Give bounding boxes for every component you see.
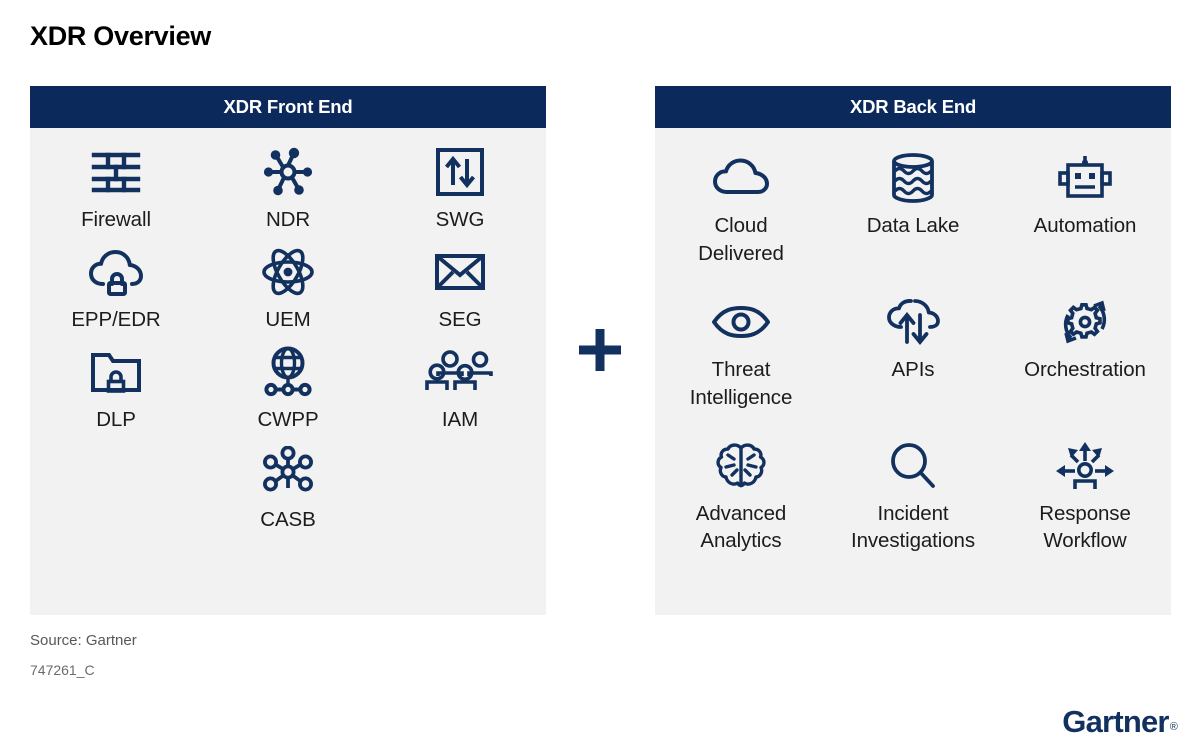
panel-header-front-end: XDR Front End bbox=[30, 86, 546, 128]
item-apis[interactable]: APIs bbox=[827, 294, 999, 412]
people-group-icon bbox=[425, 344, 495, 400]
item-epp-edr[interactable]: EPP/EDR bbox=[30, 244, 202, 334]
atom-icon bbox=[261, 244, 315, 300]
item-label: Firewall bbox=[81, 208, 151, 231]
item-label: Data Lake bbox=[866, 214, 960, 237]
item-cwpp[interactable]: CWPP bbox=[202, 344, 374, 434]
folder-lock-icon bbox=[89, 344, 143, 400]
cloud-transfer-icon bbox=[885, 294, 941, 350]
item-firewall[interactable]: Firewall bbox=[30, 144, 202, 234]
panel-xdr-back-end: XDR Back End Cloud Delivered Data Lake A… bbox=[655, 86, 1171, 615]
item-label: CASB bbox=[260, 507, 316, 531]
item-label: Threat Intelligence bbox=[689, 357, 793, 409]
firewall-icon bbox=[90, 144, 142, 200]
item-casb[interactable]: CASB bbox=[202, 444, 374, 534]
gear-cycle-icon bbox=[1058, 294, 1112, 350]
item-seg[interactable]: SEG bbox=[374, 244, 546, 334]
item-data-lake[interactable]: Data Lake bbox=[827, 150, 999, 268]
item-cloud-delivered[interactable]: Cloud Delivered bbox=[655, 150, 827, 268]
cloud-lock-icon bbox=[87, 244, 145, 300]
item-orchestration[interactable]: Orchestration bbox=[999, 294, 1171, 412]
item-label: Automation bbox=[1033, 214, 1137, 237]
gartner-logo-text: Gartner bbox=[1062, 704, 1169, 739]
data-lake-icon bbox=[890, 150, 936, 206]
item-label: DLP bbox=[96, 407, 136, 431]
item-iam[interactable]: IAM bbox=[374, 344, 546, 434]
item-label: APIs bbox=[891, 357, 935, 381]
item-label: Response Workflow bbox=[1039, 501, 1131, 553]
plus-icon bbox=[576, 326, 624, 374]
gateway-arrows-icon bbox=[435, 144, 485, 200]
item-dlp[interactable]: DLP bbox=[30, 344, 202, 434]
page-title: XDR Overview bbox=[30, 21, 211, 51]
globe-network-icon bbox=[261, 344, 315, 400]
item-label: Cloud Delivered bbox=[698, 214, 784, 265]
hub-nodes-icon bbox=[261, 444, 315, 500]
panel-body-back-end: Cloud Delivered Data Lake Automation Thr… bbox=[655, 128, 1171, 615]
network-hub-icon bbox=[262, 144, 314, 200]
registered-mark: ® bbox=[1169, 721, 1178, 733]
item-advanced-analytics[interactable]: Advanced Analytics bbox=[655, 438, 827, 556]
eye-icon bbox=[711, 294, 771, 350]
item-incident-investigations[interactable]: Incident Investigations bbox=[827, 438, 999, 556]
item-label: EPP/EDR bbox=[71, 307, 161, 331]
front-end-item-grid: Firewall NDR SWG EPP/EDR UEM SEG DLP CWP… bbox=[30, 144, 546, 534]
magnifier-icon bbox=[888, 438, 938, 494]
item-uem[interactable]: UEM bbox=[202, 244, 374, 334]
item-label: Advanced Analytics bbox=[695, 501, 787, 553]
source-label: Source: Gartner bbox=[30, 632, 137, 649]
item-label: SWG bbox=[435, 208, 485, 231]
item-label: CWPP bbox=[257, 407, 319, 431]
panel-body-front-end: Firewall NDR SWG EPP/EDR UEM SEG DLP CWP… bbox=[30, 128, 546, 615]
item-label: NDR bbox=[265, 208, 311, 231]
item-label: IAM bbox=[441, 407, 479, 431]
item-threat-intelligence[interactable]: Threat Intelligence bbox=[655, 294, 827, 412]
item-label: SEG bbox=[438, 307, 482, 331]
document-id: 747261_C bbox=[30, 662, 95, 678]
robot-icon bbox=[1057, 150, 1113, 206]
panel-xdr-front-end: XDR Front End Firewall NDR SWG EPP/EDR U… bbox=[30, 86, 546, 615]
item-ndr[interactable]: NDR bbox=[202, 144, 374, 234]
item-label: Orchestration bbox=[1024, 357, 1146, 381]
brain-icon bbox=[713, 438, 769, 494]
cloud-icon bbox=[712, 150, 770, 206]
response-arrows-icon bbox=[1054, 438, 1116, 494]
envelope-icon bbox=[434, 244, 486, 300]
item-automation[interactable]: Automation bbox=[999, 150, 1171, 268]
panel-header-back-end: XDR Back End bbox=[655, 86, 1171, 128]
gartner-logo: Gartner® bbox=[1062, 704, 1178, 740]
item-label: Incident Investigations bbox=[851, 501, 975, 553]
item-swg[interactable]: SWG bbox=[374, 144, 546, 234]
item-label: UEM bbox=[265, 307, 311, 331]
item-response-workflow[interactable]: Response Workflow bbox=[999, 438, 1171, 556]
back-end-item-grid: Cloud Delivered Data Lake Automation Thr… bbox=[655, 144, 1171, 555]
